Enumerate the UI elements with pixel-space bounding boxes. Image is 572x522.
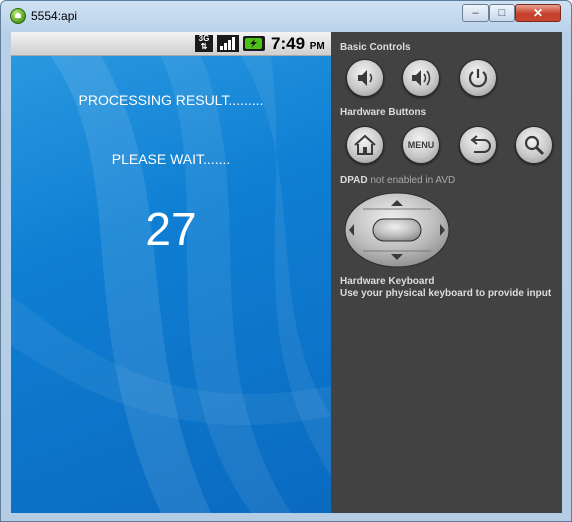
home-button[interactable] [346, 126, 384, 164]
maximize-button[interactable]: □ [489, 4, 515, 22]
processing-text: PROCESSING RESULT......... [78, 92, 264, 108]
power-button[interactable] [459, 59, 497, 97]
emulator-window: 5554:api – □ ✕ 3G ⇅ 7:49 PM PROCESSING R… [0, 0, 572, 522]
hardware-keyboard-title: Hardware Keyboard [340, 276, 435, 287]
signal-strength-icon [217, 35, 239, 52]
controls-panel: Basic Controls Hardware Buttons MENU DPA… [331, 32, 562, 513]
battery-charging-icon [243, 36, 265, 51]
volume-up-icon [412, 70, 431, 86]
window-title: 5554:api [31, 9, 78, 23]
3g-data-icon: 3G ⇅ [195, 35, 213, 52]
back-button[interactable] [459, 126, 497, 164]
menu-button[interactable]: MENU [402, 126, 440, 164]
power-icon [468, 69, 488, 88]
dpad-title: DPAD not enabled in AVD [340, 175, 455, 186]
home-icon [354, 134, 376, 155]
dpad-note: not enabled in AVD [370, 175, 456, 186]
please-wait-text: PLEASE WAIT....... [111, 151, 231, 167]
hardware-keyboard-hint: Use your physical keyboard to provide in… [340, 288, 552, 299]
hardware-buttons-title: Hardware Buttons [340, 107, 427, 118]
volume-down-button[interactable] [346, 59, 384, 97]
dpad-label: DPAD [340, 175, 368, 186]
status-bar: 3G ⇅ 7:49 PM [11, 32, 331, 56]
android-app-icon [10, 8, 26, 24]
countdown-number: 27 [145, 203, 197, 255]
basic-controls-title: Basic Controls [340, 42, 411, 53]
volume-down-icon [358, 70, 373, 86]
device-screen[interactable]: 3G ⇅ 7:49 PM PROCESSING RESULT......... P… [11, 32, 331, 513]
volume-up-button[interactable] [402, 59, 440, 97]
search-icon [524, 135, 545, 156]
dpad-center-button [372, 218, 422, 242]
wallpaper [11, 56, 331, 513]
title-bar[interactable]: 5554:api – □ ✕ [1, 1, 571, 31]
minimize-button[interactable]: – [462, 4, 489, 22]
search-button[interactable] [515, 126, 553, 164]
dpad-control[interactable] [343, 191, 451, 269]
close-button[interactable]: ✕ [515, 4, 561, 22]
menu-button-label: MENU [407, 140, 435, 150]
back-icon [470, 135, 491, 153]
status-clock: 7:49 PM [271, 34, 325, 53]
